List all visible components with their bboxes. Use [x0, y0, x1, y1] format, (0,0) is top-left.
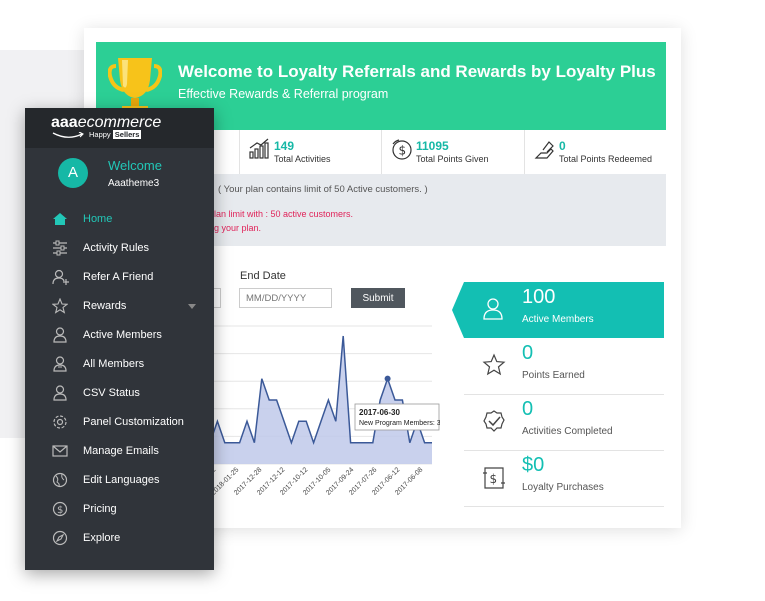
stat-value: 0 — [559, 139, 566, 153]
hand-redeem-icon — [534, 141, 554, 159]
sidebar-item-home[interactable]: Home — [25, 205, 214, 234]
members-area-chart: 2017-06-30New Program Members: 32018-03-… — [200, 325, 440, 497]
kpi-activities-completed[interactable]: 0 Activities Completed — [464, 394, 664, 451]
username: Aaatheme3 — [108, 178, 160, 189]
csv-user-icon — [53, 385, 67, 401]
gear-icon — [53, 415, 67, 429]
submit-button[interactable]: Submit — [351, 288, 405, 308]
user-icon — [483, 298, 503, 320]
sidebar-item-all-members[interactable]: All Members — [25, 350, 214, 379]
kpi-label: Points Earned — [522, 370, 585, 381]
logo-smile-icon — [52, 132, 84, 138]
svg-text:$: $ — [490, 472, 498, 486]
brand-logo[interactable]: aaaecommerce Happy Sellers — [25, 108, 214, 148]
sidebar-item-label: Manage Emails — [83, 445, 159, 457]
kpi-active-members[interactable]: 100 Active Members — [452, 282, 664, 338]
sidebar-item-label: Home — [83, 213, 113, 225]
check-badge-icon — [483, 410, 505, 432]
sidebar-item-label: Pricing — [83, 503, 117, 515]
chevron-down-icon[interactable] — [188, 304, 196, 309]
sidebar-item-panel-customization[interactable]: Panel Customization — [25, 408, 214, 437]
logo-rest: ecommerce — [77, 114, 162, 131]
home-icon — [53, 213, 67, 225]
dollar-circle-icon: $ — [52, 501, 68, 517]
stat-total-points-redeemed: 0 Total Points Redeemed — [524, 130, 667, 174]
sidebar-item-refer-a-friend[interactable]: Refer A Friend — [25, 263, 214, 292]
kpi-label: Active Members — [522, 314, 594, 325]
sidebar-item-rewards[interactable]: Rewards — [25, 292, 214, 321]
member-icon — [53, 327, 67, 343]
kpi-points-earned[interactable]: 0 Points Earned — [464, 338, 664, 395]
logo-main: aaa — [51, 114, 78, 131]
sidebar-item-label: Activity Rules — [83, 242, 150, 254]
chart-growth-icon — [249, 138, 269, 159]
logo-tagline: Happy Sellers — [89, 130, 142, 139]
members-icon — [53, 356, 67, 372]
sidebar-item-label: Refer A Friend — [83, 271, 154, 283]
compass-icon — [52, 530, 68, 546]
banner-subtitle: Effective Rewards & Referral program — [178, 87, 389, 101]
stat-total-points-given: $ 11095 Total Points Given — [381, 130, 525, 174]
stat-label: Total Activities — [274, 154, 331, 164]
kpi-label: Activities Completed — [522, 426, 613, 437]
stat-label: Total Points Redeemed — [559, 154, 653, 164]
kpi-label: Loyalty Purchases — [522, 482, 604, 493]
chart-point[interactable] — [384, 375, 391, 382]
sliders-icon — [53, 240, 67, 256]
sidebar-menu: Home Activity Rules Refer A Friend Rewar… — [25, 205, 214, 553]
user-plus-icon — [52, 269, 69, 285]
sidebar-item-label: Explore — [83, 532, 121, 544]
stat-total-activities: 149 Total Activities — [239, 130, 382, 174]
star-icon — [482, 353, 506, 376]
plan-warning-text: lan limit with : 50 active customers. — [214, 209, 354, 219]
kpi-loyalty-purchases[interactable]: $ $0 Loyalty Purchases — [464, 450, 664, 507]
stat-value: 11095 — [416, 139, 449, 153]
sidebar-item-label: Edit Languages — [83, 474, 160, 486]
kpi-column: 100 Active Members 0 Points Earned 0 Act… — [452, 282, 664, 510]
chart-tooltip: 2017-06-30 New Program Members: 3 — [354, 403, 440, 431]
end-date-label: End Date — [240, 270, 286, 282]
sidebar-item-pricing[interactable]: $ Pricing — [25, 495, 214, 524]
kpi-value: $0 — [522, 454, 545, 476]
sidebar-item-label: Active Members — [83, 329, 162, 341]
kpi-value: 0 — [522, 398, 534, 420]
sidebar-item-label: All Members — [83, 358, 145, 370]
tagline-box: Sellers — [112, 130, 142, 139]
kpi-value: 100 — [522, 286, 556, 308]
kpi-value: 0 — [522, 342, 534, 364]
tooltip-date: 2017-06-30 — [359, 408, 400, 417]
sidebar-item-label: Panel Customization — [83, 416, 184, 428]
avatar[interactable]: A — [58, 158, 88, 188]
globe-icon — [52, 472, 68, 488]
sidebar-item-label: CSV Status — [83, 387, 140, 399]
banner-title: Welcome to Loyalty Referrals and Rewards… — [178, 62, 656, 81]
envelope-icon — [52, 445, 68, 457]
sidebar-item-csv-status[interactable]: CSV Status — [25, 379, 214, 408]
sidebar-item-edit-languages[interactable]: Edit Languages — [25, 466, 214, 495]
sidebar-item-explore[interactable]: Explore — [25, 524, 214, 553]
sidebar-item-active-members[interactable]: Active Members — [25, 321, 214, 350]
stat-label: Total Points Given — [416, 154, 489, 164]
dollar-receipt-icon: $ — [483, 467, 505, 489]
svg-text:$: $ — [399, 144, 407, 158]
plan-upgrade-text: g your plan. — [214, 223, 262, 233]
svg-text:$: $ — [57, 505, 63, 516]
sidebar-item-manage-emails[interactable]: Manage Emails — [25, 437, 214, 466]
sidebar-item-activity-rules[interactable]: Activity Rules — [25, 234, 214, 263]
dollar-coin-icon: $ — [392, 139, 412, 160]
sidebar-item-label: Rewards — [83, 300, 127, 312]
end-date-field[interactable] — [239, 288, 332, 308]
stat-value: 149 — [274, 139, 295, 153]
star-icon — [52, 298, 68, 314]
plan-limit-text: ( Your plan contains limit of 50 Active … — [218, 184, 428, 195]
tagline-pre: Happy — [89, 130, 111, 139]
sidebar: aaaecommerce Happy Sellers A Welcome Aaa… — [25, 108, 214, 570]
welcome-text: Welcome — [108, 158, 162, 173]
tooltip-text: New Program Members: 3 — [359, 420, 440, 427]
